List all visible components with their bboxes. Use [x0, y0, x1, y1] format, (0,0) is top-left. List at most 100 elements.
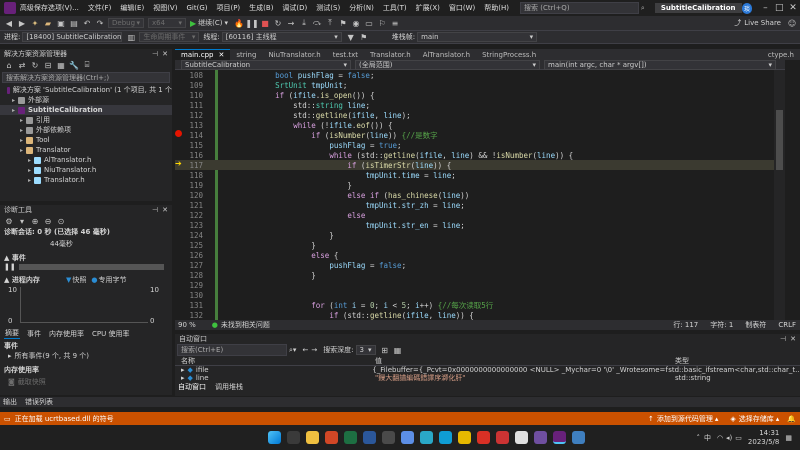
- scrollbar-thumb[interactable]: [776, 110, 783, 170]
- edge-icon[interactable]: [439, 431, 452, 444]
- preview-icon[interactable]: ⌸: [82, 60, 92, 70]
- configuration-select[interactable]: Debug ▾: [108, 18, 144, 28]
- source-control-button[interactable]: ↑ 添加到源代码管理 ▴: [648, 414, 718, 424]
- scope-nav-select[interactable]: (全局范围) ▾: [355, 59, 540, 70]
- save-icon[interactable]: ▣: [56, 18, 66, 28]
- view-icon[interactable]: ▦: [393, 345, 403, 355]
- process-select[interactable]: [18400] SubtitleCalibration.exe▾: [22, 32, 123, 42]
- thread-select[interactable]: [60116] 主线程 ▾: [221, 32, 342, 42]
- app-icon[interactable]: [420, 431, 433, 444]
- code-line[interactable]: 110 if (ifile.is_open()) {: [175, 90, 785, 100]
- code-line[interactable]: 126 else {: [175, 250, 785, 260]
- file-explorer-icon[interactable]: [306, 431, 319, 444]
- app-icon[interactable]: [401, 431, 414, 444]
- clock[interactable]: 14:31 2023/5/8: [748, 429, 779, 447]
- tree-item[interactable]: ▸ SubtitleCalibration: [0, 105, 172, 115]
- code-line[interactable]: 123 tmpUnit.str_en = line;: [175, 220, 785, 230]
- pin-icon[interactable]: ⊣: [152, 50, 158, 58]
- diagnostics-tab[interactable]: 事件: [26, 329, 42, 339]
- step-out-icon[interactable]: ⤒: [325, 18, 335, 28]
- breakpoint-icon[interactable]: ◉: [351, 18, 361, 28]
- editor-tab[interactable]: main.cpp ✕: [175, 49, 231, 60]
- editor-tab[interactable]: NiuTranslator.h: [262, 49, 326, 60]
- tree-item[interactable]: ▸ Translator: [0, 145, 172, 155]
- properties-icon[interactable]: 🔧: [69, 60, 79, 70]
- powerpoint-icon[interactable]: [325, 431, 338, 444]
- collapse-icon[interactable]: ⊟: [43, 60, 53, 70]
- notifications-icon[interactable]: 🔔: [787, 415, 796, 423]
- editor-tab[interactable]: Translator.h: [364, 49, 417, 60]
- project-nav-select[interactable]: SubtitleCalibration ▾: [181, 59, 351, 70]
- diagnostics-tab[interactable]: 摘要: [4, 328, 20, 339]
- step-into-icon[interactable]: ⤓: [299, 18, 309, 28]
- code-line[interactable]: 130: [175, 290, 785, 300]
- all-events-link[interactable]: ▸ 所有事件(9 个, 共 9 个): [8, 351, 89, 361]
- code-line[interactable]: 124 }: [175, 230, 785, 240]
- close-button[interactable]: ✕: [786, 1, 800, 15]
- menu-item[interactable]: 生成(B): [249, 3, 273, 13]
- visual-studio-taskbar-icon[interactable]: [553, 431, 566, 444]
- pause-icon[interactable]: ❚❚: [245, 18, 258, 28]
- undo-icon[interactable]: ↶: [82, 18, 92, 28]
- events-bar[interactable]: [18, 264, 164, 270]
- visual-studio-logo-icon[interactable]: [4, 2, 16, 14]
- code-line[interactable]: 129: [175, 280, 785, 290]
- zoom-in-icon[interactable]: ⊕: [30, 216, 40, 226]
- restart-icon[interactable]: ↻: [273, 18, 283, 28]
- pin-icon[interactable]: ⊣: [152, 206, 158, 214]
- indent-indicator[interactable]: 制表符: [745, 320, 766, 330]
- step-over-icon[interactable]: ⤼: [312, 18, 322, 28]
- feedback-icon[interactable]: ☺: [787, 18, 797, 28]
- windows-start-icon[interactable]: [268, 431, 281, 444]
- tree-item[interactable]: ▸ AlTranslator.h: [0, 155, 172, 165]
- pin-icon[interactable]: ⊣: [780, 335, 786, 343]
- word-icon[interactable]: [363, 431, 376, 444]
- search-depth-select[interactable]: 3 ▾: [355, 345, 376, 355]
- reset-zoom-icon[interactable]: ⊙: [56, 216, 66, 226]
- excel-icon[interactable]: [344, 431, 357, 444]
- arrow-right-icon[interactable]: →: [311, 346, 317, 354]
- input-method-indicator[interactable]: 中: [704, 433, 711, 443]
- memory-chart[interactable]: [20, 287, 148, 323]
- maximize-button[interactable]: □: [772, 1, 786, 15]
- arrow-left-icon[interactable]: ←: [302, 346, 308, 354]
- app-icon[interactable]: [534, 431, 547, 444]
- vertical-scrollbar[interactable]: [774, 70, 785, 320]
- format-icon[interactable]: ≡: [390, 18, 400, 28]
- variable-value[interactable]: "鏁大翻譜編碼錯譯序溮化肝": [375, 373, 675, 383]
- stack-frame-select[interactable]: main ▾: [417, 32, 538, 42]
- chrome-icon[interactable]: [458, 431, 471, 444]
- eol-indicator[interactable]: CRLF: [778, 321, 796, 329]
- code-line[interactable]: 108 bool pushFlag = false;: [175, 70, 785, 80]
- tab-close-icon[interactable]: ✕: [218, 51, 224, 59]
- bottom-tab[interactable]: 错误列表: [25, 397, 53, 407]
- hex-display-icon[interactable]: ⊞: [380, 345, 390, 355]
- avatar[interactable]: 琰: [741, 2, 753, 14]
- save-all-icon[interactable]: ▤: [69, 18, 79, 28]
- breakpoint-icon[interactable]: [175, 130, 182, 137]
- filter-icon[interactable]: ▼: [346, 32, 356, 42]
- code-line[interactable]: 109 SrtUnit tmpUnit;: [175, 80, 785, 90]
- panel-close-icon[interactable]: ✕: [162, 50, 168, 58]
- code-line[interactable]: 120 else if (has_chinese(line)): [175, 190, 785, 200]
- menu-item[interactable]: 测试(S): [316, 3, 340, 13]
- code-line[interactable]: 128 }: [175, 270, 785, 280]
- code-line[interactable]: 125 }: [175, 240, 785, 250]
- menu-item[interactable]: 帮助(H): [484, 3, 509, 13]
- comment-icon[interactable]: ▭: [364, 18, 374, 28]
- zoom-out-icon[interactable]: ⊖: [43, 216, 53, 226]
- tree-item[interactable]: ▸ Tool: [0, 135, 172, 145]
- battery-icon[interactable]: ▭: [735, 434, 742, 442]
- show-next-statement-icon[interactable]: →: [286, 18, 296, 28]
- menu-item[interactable]: 项目(P): [216, 3, 240, 13]
- tree-item[interactable]: 解决方案 'SubtitleCalibration' (1 个项目, 共 1 个: [0, 85, 172, 95]
- autos-tab[interactable]: 自动窗口: [178, 382, 206, 392]
- code-line[interactable]: 118 tmpUnit.time = line;: [175, 170, 785, 180]
- diagnostics-tab[interactable]: 内存使用率: [48, 329, 85, 339]
- platform-select[interactable]: x64 ▾: [148, 18, 186, 28]
- menu-item[interactable]: Git(G): [186, 4, 207, 12]
- lifecycle-icon[interactable]: ▥: [126, 32, 136, 42]
- code-line[interactable]: 132 if (std::getline(ifile, line)) {: [175, 310, 785, 320]
- code-line[interactable]: 119 }: [175, 180, 785, 190]
- autos-tab[interactable]: 调用堆栈: [215, 382, 243, 392]
